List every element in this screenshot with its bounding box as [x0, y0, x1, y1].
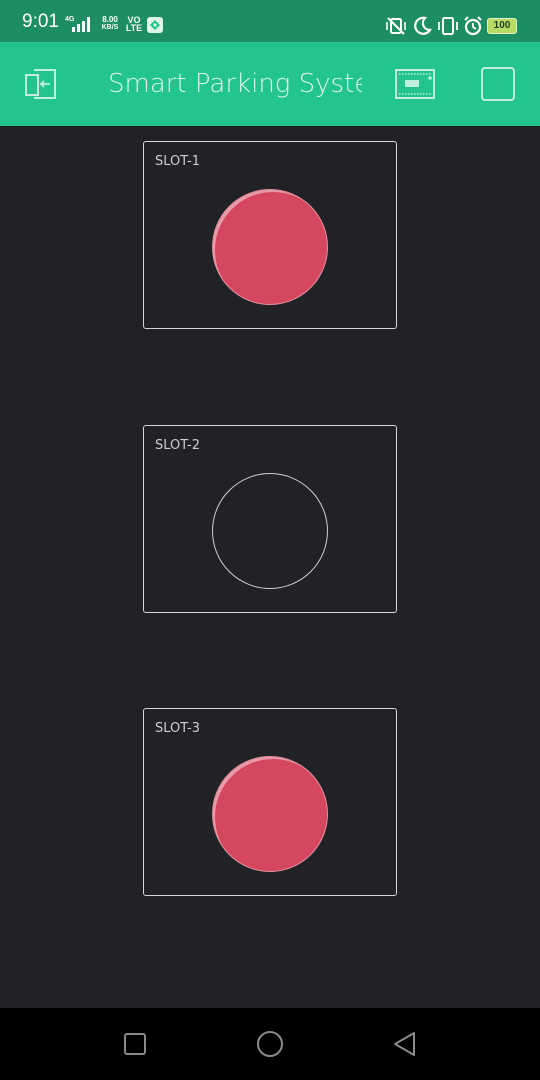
back-icon[interactable]	[392, 1030, 418, 1058]
app-bar: Smart Parking System	[0, 42, 540, 126]
network-speed-value: 8.00	[102, 15, 118, 24]
moon-icon	[414, 16, 432, 35]
led-indicator	[212, 189, 328, 305]
navigation-bar	[0, 1008, 540, 1080]
slot-label: SLOT-1	[155, 154, 200, 169]
device-icon[interactable]	[394, 68, 436, 100]
recents-icon[interactable]	[123, 1032, 147, 1056]
network-speed: 8.00 KB/S	[99, 16, 121, 32]
slot-widget-2: SLOT-2	[143, 425, 397, 613]
vibrate-off-icon	[386, 17, 406, 35]
volte-bottom: LTE	[125, 23, 143, 33]
status-bar: 9:01 4G 8.00 KB/S VO LTE 100	[0, 0, 540, 42]
network-speed-unit: KB/S	[101, 24, 119, 31]
exit-icon[interactable]	[24, 66, 60, 102]
volte-indicator: VO LTE	[124, 16, 144, 33]
home-icon[interactable]	[256, 1030, 284, 1058]
vibrate-icon	[438, 17, 458, 35]
led-indicator	[212, 756, 328, 872]
signal-icon: 4G	[65, 16, 90, 32]
alarm-icon	[464, 16, 482, 36]
led-indicator	[212, 473, 328, 589]
status-time: 9:01	[22, 11, 59, 32]
app-title: Smart Parking System	[108, 69, 362, 99]
slot-label: SLOT-2	[155, 438, 200, 453]
network-type: 4G	[65, 16, 75, 23]
screen: 9:01 4G 8.00 KB/S VO LTE 100 Smart Parki…	[0, 0, 540, 1080]
slot-widget-1: SLOT-1	[143, 141, 397, 329]
slot-label: SLOT-3	[155, 721, 200, 736]
app-notification-icon	[147, 17, 163, 33]
slot-widget-3: SLOT-3	[143, 708, 397, 896]
battery-icon: 100	[487, 18, 517, 34]
stop-icon[interactable]	[480, 66, 516, 102]
battery-level: 100	[493, 20, 511, 31]
